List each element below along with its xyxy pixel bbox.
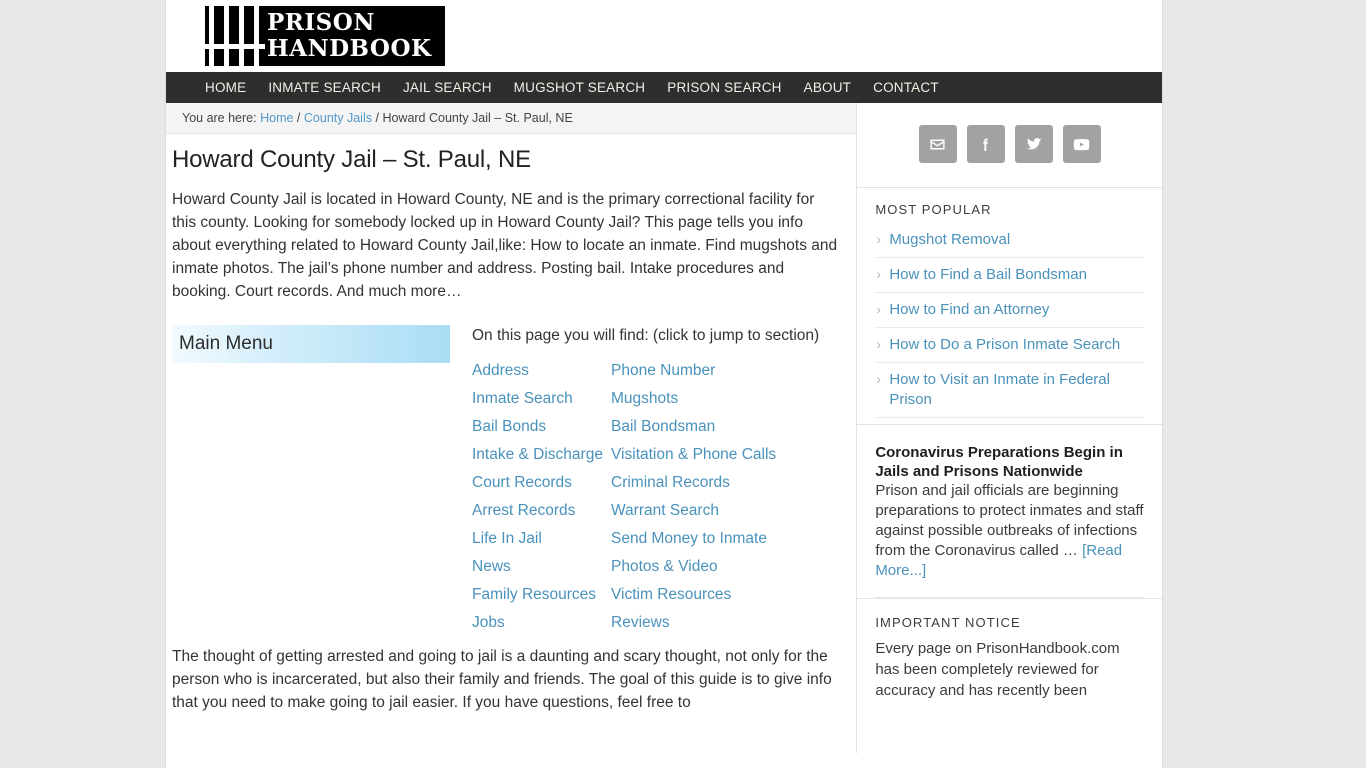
toc-link-family-resources[interactable]: Family Resources	[472, 581, 611, 609]
main-menu-column: Main Menu	[172, 325, 472, 363]
intro-paragraph: Howard County Jail is located in Howard …	[172, 191, 838, 300]
toc-link-victim-resources[interactable]: Victim Resources	[611, 581, 842, 609]
logo-text: PRISON HANDBOOK	[267, 10, 431, 62]
body-paragraph: The thought of getting arrested and goin…	[172, 648, 832, 711]
toc-link-warrant-search[interactable]: Warrant Search	[611, 497, 842, 525]
site-logo[interactable]: PRISON HANDBOOK	[205, 6, 445, 66]
breadcrumb: You are here: Home / County Jails / Howa…	[166, 103, 857, 134]
toc-link-court-records[interactable]: Court Records	[472, 469, 611, 497]
toc-link-mugshots[interactable]: Mugshots	[611, 385, 842, 413]
popular-link-find-attorney[interactable]: How to Find an Attorney	[875, 299, 1144, 320]
popular-link-visit-inmate-federal-prison[interactable]: How to Visit an Inmate in Federal Prison	[875, 369, 1144, 410]
news-widget: Coronavirus Preparations Begin in Jails …	[857, 425, 1162, 599]
email-icon[interactable]	[918, 125, 957, 163]
toc-link-bail-bonds[interactable]: Bail Bonds	[472, 413, 611, 441]
social-links-widget	[857, 103, 1162, 188]
toc-link-intake-discharge[interactable]: Intake & Discharge	[472, 441, 611, 469]
news-headline[interactable]: Coronavirus Preparations Begin in Jails …	[875, 443, 1144, 481]
toc-link-address[interactable]: Address	[472, 357, 611, 385]
toc-intro-text: On this page you will find: (click to ju…	[472, 327, 820, 344]
main-menu-header[interactable]: Main Menu	[172, 325, 450, 363]
toc-link-phone-number[interactable]: Phone Number	[611, 357, 842, 385]
list-item: How to Find a Bail Bondsman	[875, 258, 1144, 293]
toc-link-arrest-records[interactable]: Arrest Records	[472, 497, 611, 525]
list-item: How to Do a Prison Inmate Search	[875, 328, 1144, 363]
site-header: PRISON HANDBOOK	[166, 0, 1162, 72]
toc-link-reviews[interactable]: Reviews	[611, 609, 842, 637]
facebook-icon[interactable]	[966, 125, 1005, 163]
breadcrumb-link-home[interactable]: Home	[260, 111, 293, 125]
popular-link-prison-inmate-search[interactable]: How to Do a Prison Inmate Search	[875, 334, 1144, 355]
nav-item-home[interactable]: HOME	[205, 72, 246, 103]
main-navigation: HOME INMATE SEARCH JAIL SEARCH MUGSHOT S…	[166, 72, 1162, 103]
youtube-icon[interactable]	[1062, 125, 1101, 163]
news-divider	[875, 597, 1144, 598]
toc-link-bail-bondsman[interactable]: Bail Bondsman	[611, 413, 842, 441]
nav-item-jail-search[interactable]: JAIL SEARCH	[403, 72, 492, 103]
toc-link-life-in-jail[interactable]: Life In Jail	[472, 525, 611, 553]
important-notice-widget: IMPORTANT NOTICE Every page on PrisonHan…	[857, 599, 1162, 707]
most-popular-widget: MOST POPULAR Mugshot Removal How to Find…	[857, 188, 1162, 425]
menu-and-toc-block: Main Menu On this page you will find: (c…	[172, 325, 842, 637]
toc-link-criminal-records[interactable]: Criminal Records	[611, 469, 842, 497]
logo-line-2: HANDBOOK	[267, 35, 432, 62]
breadcrumb-link-county-jails[interactable]: County Jails	[304, 111, 372, 125]
breadcrumb-separator-2: /	[375, 111, 379, 125]
news-excerpt: Prison and jail officials are beginning …	[875, 481, 1144, 581]
breadcrumb-prefix: You are here:	[182, 111, 257, 125]
page-title: Howard County Jail – St. Paul, NE	[172, 146, 531, 173]
nav-item-about[interactable]: ABOUT	[804, 72, 852, 103]
toc-link-visitation-phone-calls[interactable]: Visitation & Phone Calls	[611, 441, 842, 469]
toc-link-jobs[interactable]: Jobs	[472, 609, 611, 637]
breadcrumb-current: Howard County Jail – St. Paul, NE	[382, 111, 573, 125]
most-popular-title: MOST POPULAR	[875, 202, 992, 217]
list-item: Mugshot Removal	[875, 223, 1144, 258]
nav-item-mugshot-search[interactable]: MUGSHOT SEARCH	[514, 72, 646, 103]
page-container: PRISON HANDBOOK HOME INMATE SEARCH JAIL …	[165, 0, 1163, 768]
toc-link-send-money-to-inmate[interactable]: Send Money to Inmate	[611, 525, 842, 553]
breadcrumb-separator-1: /	[296, 111, 301, 125]
main-content: You are here: Home / County Jails / Howa…	[166, 103, 858, 753]
popular-link-mugshot-removal[interactable]: Mugshot Removal	[875, 229, 1144, 250]
sidebar: MOST POPULAR Mugshot Removal How to Find…	[857, 103, 1162, 707]
nav-item-inmate-search[interactable]: INMATE SEARCH	[268, 72, 381, 103]
list-item: How to Find an Attorney	[875, 293, 1144, 328]
toc-link-inmate-search[interactable]: Inmate Search	[472, 385, 611, 413]
logo-line-1: PRISON	[267, 9, 375, 36]
prison-bars-icon	[205, 6, 265, 66]
nav-item-contact[interactable]: CONTACT	[873, 72, 939, 103]
toc-link-news[interactable]: News	[472, 553, 611, 581]
important-notice-title: IMPORTANT NOTICE	[875, 615, 1021, 630]
body-wrapper: You are here: Home / County Jails / Howa…	[166, 103, 1162, 753]
table-of-contents: On this page you will find: (click to ju…	[472, 325, 842, 637]
list-item: How to Visit an Inmate in Federal Prison	[875, 363, 1144, 418]
important-notice-body: Every page on PrisonHandbook.com has bee…	[875, 640, 1120, 699]
toc-link-photos-video[interactable]: Photos & Video	[611, 553, 842, 581]
most-popular-list: Mugshot Removal How to Find a Bail Bonds…	[875, 223, 1144, 418]
nav-item-prison-search[interactable]: PRISON SEARCH	[667, 72, 781, 103]
twitter-icon[interactable]	[1014, 125, 1053, 163]
popular-link-find-bail-bondsman[interactable]: How to Find a Bail Bondsman	[875, 264, 1144, 285]
toc-grid: Address Phone Number Inmate Search Mugsh…	[472, 357, 842, 637]
